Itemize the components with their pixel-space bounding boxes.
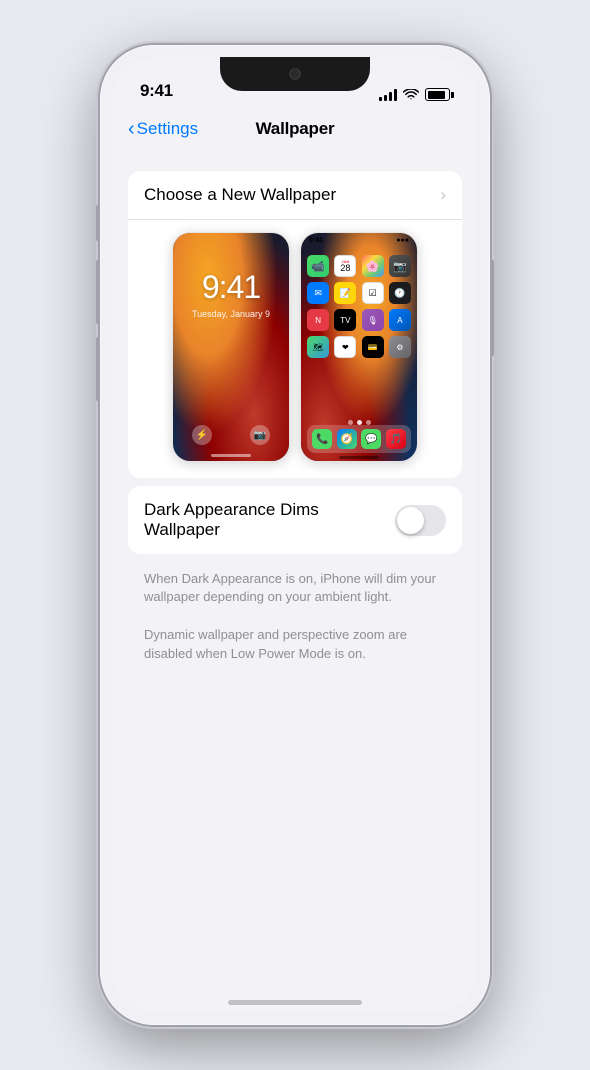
battery-icon	[425, 88, 450, 101]
mute-button	[96, 205, 100, 241]
back-label: Settings	[137, 119, 198, 139]
bottom-home-indicator	[228, 1000, 362, 1005]
back-button[interactable]: ‹ Settings	[128, 119, 198, 139]
mail-icon: ✉	[307, 282, 329, 304]
wallet-icon: 💳	[362, 336, 384, 358]
maps-icon: 🗺	[307, 336, 329, 358]
lock-screen-preview[interactable]: 9:41 Tuesday, January 9 ⚡ 📷	[172, 232, 290, 462]
flashlight-button: ⚡	[192, 425, 212, 445]
settings-content: Choose a New Wallpaper › 9:41 Tuesday, J…	[112, 151, 478, 1013]
home-status-bar: 9:41 ●●●	[305, 237, 413, 244]
choose-wallpaper-label: Choose a New Wallpaper	[144, 185, 336, 205]
phone-screen: 9:41 ‹ Settings	[112, 57, 478, 1013]
lock-screen-time: 9:41	[173, 269, 289, 306]
health-icon: ❤	[334, 336, 356, 358]
camera-icon: 📷	[389, 255, 411, 277]
lock-screen-date: Tuesday, January 9	[173, 309, 289, 319]
low-power-info: Dynamic wallpaper and perspective zoom a…	[112, 618, 478, 670]
dark-appearance-toggle[interactable]	[395, 505, 446, 536]
music-dock-icon: 🎵	[386, 429, 406, 449]
dark-appearance-card: Dark Appearance Dims Wallpaper	[128, 486, 462, 554]
wallpaper-preview-container: 9:41 Tuesday, January 9 ⚡ 📷	[128, 220, 462, 478]
app-grid: 📹 JAN 28 🌸 📷 ✉ 📝 ☑ 🕐	[305, 255, 413, 358]
nav-bar: ‹ Settings Wallpaper	[112, 107, 478, 151]
homescreen-background: 9:41 ●●● 📹 JAN 28 🌸 📷	[301, 233, 417, 461]
safari-dock-icon: 🧭	[337, 429, 357, 449]
front-camera	[289, 68, 301, 80]
appstore-icon: A	[389, 309, 411, 331]
home-indicator	[211, 454, 251, 457]
phone-frame: 9:41 ‹ Settings	[100, 45, 490, 1025]
status-time: 9:41	[140, 81, 173, 101]
signal-icon	[379, 89, 397, 101]
podcasts-icon: 🎙	[362, 309, 384, 331]
chevron-left-icon: ‹	[128, 119, 135, 139]
news-icon: N	[307, 309, 329, 331]
settings-icon: ⚙	[389, 336, 411, 358]
facetime-icon: 📹	[307, 255, 329, 277]
home-indicator	[339, 456, 379, 459]
battery-fill	[428, 91, 445, 99]
notch	[220, 57, 370, 91]
power-button	[490, 260, 494, 356]
phone-dock-icon: 📞	[312, 429, 332, 449]
status-icons	[379, 88, 450, 101]
volume-down-button	[96, 337, 100, 401]
messages-dock-icon: 💬	[361, 429, 381, 449]
calendar-icon: JAN 28	[334, 255, 356, 277]
volume-up-button	[96, 260, 100, 324]
dock: 📞 🧭 💬 🎵	[307, 425, 411, 453]
chevron-right-icon: ›	[440, 185, 446, 205]
toggle-knob	[397, 507, 424, 534]
lockscreen-background: 9:41 Tuesday, January 9 ⚡ 📷	[173, 233, 289, 461]
photos-icon: 🌸	[362, 255, 384, 277]
reminders-icon: ☑	[362, 282, 384, 304]
wifi-icon	[403, 89, 419, 101]
dark-appearance-label: Dark Appearance Dims Wallpaper	[144, 500, 395, 540]
dark-appearance-row: Dark Appearance Dims Wallpaper	[128, 486, 462, 554]
clock-icon: 🕐	[389, 282, 411, 304]
choose-wallpaper-row[interactable]: Choose a New Wallpaper ›	[128, 171, 462, 220]
home-screen-preview[interactable]: 9:41 ●●● 📹 JAN 28 🌸 📷	[300, 232, 418, 462]
tv-icon: TV	[334, 309, 356, 331]
choose-wallpaper-card: Choose a New Wallpaper › 9:41 Tuesday, J…	[128, 171, 462, 478]
camera-button: 📷	[250, 425, 270, 445]
page-title: Wallpaper	[256, 119, 335, 139]
notes-icon: 📝	[334, 282, 356, 304]
dark-appearance-info: When Dark Appearance is on, iPhone will …	[112, 562, 478, 614]
lock-screen-bottom-controls: ⚡ 📷	[173, 425, 289, 445]
